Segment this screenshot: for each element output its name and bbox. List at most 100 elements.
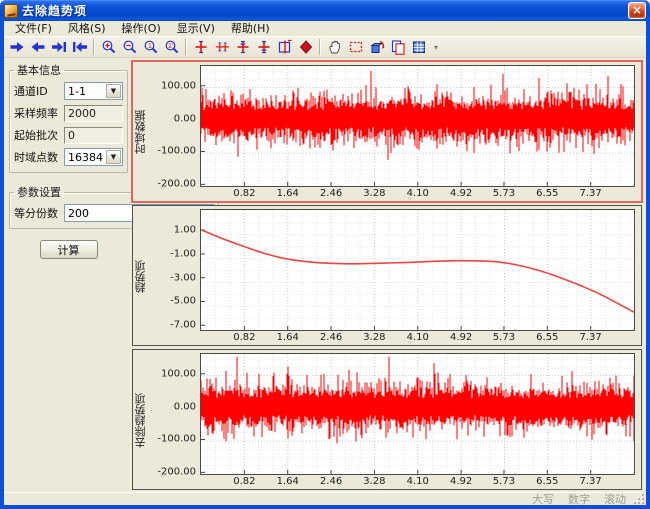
x-tick-label: 7.37 [580,476,602,487]
toolbar-cursor-single-icon[interactable] [190,38,211,57]
app-window: 去除趋势项 × 文件(F) 风格(S) 操作(O) 显示(V) 帮助(H) 11… [0,0,650,509]
points-combo[interactable]: 16384 ▼ [64,148,123,166]
toolbar-cursor-double-icon[interactable] [211,38,232,57]
toolbar-zoom-in-icon[interactable] [98,38,119,57]
toolbar-zoom-rect-icon[interactable] [345,38,366,57]
toolbar-zoom-out-icon[interactable] [119,38,140,57]
x-tick-label: 0.82 [233,332,255,343]
toolbar-cursor-valley-icon[interactable] [253,38,274,57]
resize-grip[interactable] [634,494,644,504]
chart-ylabel: 去除趋势项 [134,353,148,488]
x-tick-label: 2.46 [320,188,342,199]
menu-file[interactable]: 文件(F) [7,21,60,36]
toolbar-zoom-full-icon[interactable]: 1' [161,38,182,57]
points-label: 时域点数 [14,149,64,165]
svg-text:1': 1' [168,43,173,50]
toolbar-overflow-chevron[interactable]: ▾ [431,43,441,52]
toolbar-nav-last-icon[interactable] [48,38,69,57]
y-tick-label: -200.00 [157,467,196,478]
chart-trend[interactable]: 趋势项 1.00-1.00-3.00-5.00-7.00 0.821.642.4… [132,205,642,346]
menu-help[interactable]: 帮助(H) [223,21,278,36]
toolbar-cursor-peak-icon[interactable] [232,38,253,57]
menu-style[interactable]: 风格(S) [60,21,114,36]
x-tick-label: 1.64 [277,188,299,199]
svg-text:1: 1 [148,43,152,50]
y-tick-label: 1.00 [174,225,196,236]
status-num: 数字 [568,491,590,507]
app-icon [4,4,18,18]
chevron-down-icon[interactable]: ▼ [106,84,121,98]
window-body: 文件(F) 风格(S) 操作(O) 显示(V) 帮助(H) 1 1' ▾ 基本信息 … [4,21,646,505]
channel-id-value: 1-1 [68,85,86,98]
y-tick-label: 0.00 [174,401,196,412]
menu-bar: 文件(F) 风格(S) 操作(O) 显示(V) 帮助(H) [4,21,646,36]
param-group-title: 参数设置 [14,184,64,200]
channel-id-combo[interactable]: 1-1 ▼ [64,82,123,100]
chart-ylabel: 时域数据 [134,65,148,200]
x-tick-label: 2.46 [320,476,342,487]
x-tick-label: 6.55 [536,332,558,343]
menu-view[interactable]: 显示(V) [169,21,223,36]
chart-plot [200,209,635,331]
chart-time-domain[interactable]: 时域数据 100.000.00-100.00-200.00 0.821.642.… [132,61,642,202]
x-tick-label: 0.82 [233,476,255,487]
x-tick-label: 1.64 [277,332,299,343]
y-tick-label: 100.00 [161,80,196,91]
toolbar-separator [319,39,321,55]
x-tick-label: 5.73 [493,332,515,343]
x-tick-label: 3.28 [363,476,385,487]
settings-panel: 基本信息 通道ID 1-1 ▼ 采样频率 2000 起始批次 [4,58,130,492]
toolbar-zoom-one-icon[interactable]: 1 [140,38,161,57]
points-value: 16384 [68,151,103,164]
menu-operate[interactable]: 操作(O) [114,21,169,36]
chart-xticks: 0.821.642.463.284.104.925.736.557.37 [200,187,635,200]
chart-yticks: 100.000.00-100.00-200.00 [148,65,200,200]
x-tick-label: 4.92 [450,188,472,199]
chart-ylabel: 趋势项 [134,209,148,344]
chevron-down-icon[interactable]: ▼ [106,150,121,164]
x-tick-label: 4.92 [450,332,472,343]
toolbar-copy-pages-icon[interactable] [387,38,408,57]
toolbar-nav-next-icon[interactable] [6,38,27,57]
x-tick-label: 4.10 [407,188,429,199]
y-tick-label: -100.00 [157,434,196,445]
y-tick-label: -1.00 [170,248,196,259]
x-tick-label: 3.28 [363,332,385,343]
toolbar-list-cursor-icon[interactable] [274,38,295,57]
title-bar[interactable]: 去除趋势项 × [0,0,650,21]
toolbar: 1 1' ▾ [4,36,646,58]
toolbar-nav-first-icon[interactable] [69,38,90,57]
channel-id-label: 通道ID [14,83,64,99]
x-tick-label: 1.64 [277,476,299,487]
y-tick-label: -3.00 [170,272,196,283]
toolbar-separator [93,39,95,55]
toolbar-data-grid-icon[interactable] [408,38,429,57]
chart-yticks: 1.00-1.00-3.00-5.00-7.00 [148,209,200,344]
x-tick-label: 6.55 [536,476,558,487]
basic-info-title: 基本信息 [14,62,64,78]
start-batch-field: 0 [64,127,123,144]
chart-detrended[interactable]: 去除趋势项 100.00 0.00 -100.00 -200.00 0.82 1.64 2… [132,349,642,490]
x-tick-label: 2.46 [320,332,342,343]
charts-area: 时域数据 100.00 0.00 -100.00 -200.00 0.82 1.64 2.… [130,58,646,492]
chart-xticks: 0.821.642.463.284.104.925.736.557.37 [200,475,635,488]
x-tick-label: 3.28 [363,188,385,199]
window-title: 去除趋势项 [22,2,628,19]
status-bar: 大写 数字 滚动 [4,492,646,505]
toolbar-nav-prev-icon[interactable] [27,38,48,57]
main-content: 基本信息 通道ID 1-1 ▼ 采样频率 2000 起始批次 [4,58,646,492]
toolbar-pan-hand-icon[interactable] [324,38,345,57]
y-tick-label: 100.00 [161,368,196,379]
y-tick-label: 0.00 [174,113,196,124]
x-tick-label: 4.10 [407,476,429,487]
toolbar-rotate-3d-icon[interactable] [366,38,387,57]
x-tick-label: 4.10 [407,332,429,343]
y-tick-label: -7.00 [170,320,196,331]
toolbar-diamond-marker-icon[interactable] [295,38,316,57]
calculate-button[interactable]: 计算 [40,240,98,259]
x-tick-label: 4.92 [450,476,472,487]
chart-xticks: 0.821.642.463.284.104.925.736.557.37 [200,331,635,344]
x-tick-label: 6.55 [536,188,558,199]
x-tick-label: 0.82 [233,188,255,199]
close-button[interactable]: × [628,2,646,19]
